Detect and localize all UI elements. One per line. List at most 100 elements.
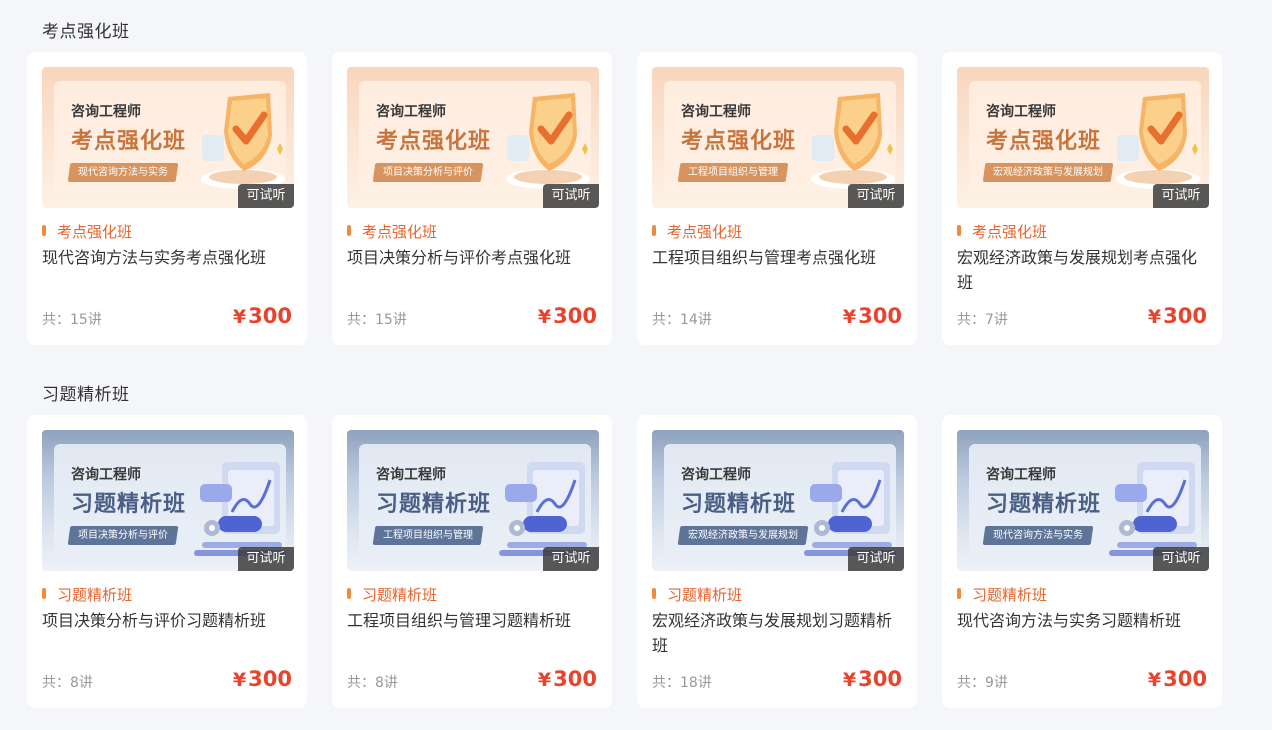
shield-check-icon: [506, 93, 590, 189]
tag-dot-icon: [347, 225, 351, 236]
price-value: 300: [553, 304, 597, 328]
trial-badge[interactable]: 可试听: [543, 184, 599, 208]
banner-subject-label: 现代咨询方法与实务: [78, 167, 168, 178]
tag-dot-icon: [42, 225, 46, 236]
course-banner[interactable]: 咨询工程师 习题精析班 项目决策分析与评价 可试听: [42, 430, 294, 571]
course-tag: 考点强化班: [347, 221, 437, 242]
currency-symbol: ¥: [232, 669, 247, 691]
course-tag: 考点强化班: [652, 221, 742, 242]
course-tag: 考点强化班: [42, 221, 132, 242]
course-title[interactable]: 工程项目组织与管理考点强化班: [652, 245, 904, 270]
section-title-kaodian: 考点强化班: [42, 22, 130, 42]
price-value: 300: [553, 667, 597, 691]
course-banner[interactable]: 咨询工程师 考点强化班 宏观经济政策与发展规划 可试听: [957, 67, 1209, 208]
course-title[interactable]: 宏观经济政策与发展规划习题精析班: [652, 608, 904, 658]
tag-dot-icon: [652, 588, 656, 599]
course-card[interactable]: 咨询工程师 考点强化班 工程项目组织与管理 可试听 考点强化班 工程项目组织与管…: [637, 52, 917, 345]
banner-subtitle: 咨询工程师: [376, 104, 446, 120]
trial-badge[interactable]: 可试听: [848, 547, 904, 571]
course-card[interactable]: 咨询工程师 习题精析班 项目决策分析与评价 可试听 习题精析班 项目决策分析与评…: [27, 415, 307, 708]
tag-dot-icon: [347, 588, 351, 599]
price-value: 300: [248, 304, 292, 328]
banner-subtitle: 咨询工程师: [71, 104, 141, 120]
course-tag-label: 习题精析班: [667, 586, 743, 604]
course-tag-label: 考点强化班: [972, 223, 1048, 241]
course-card[interactable]: 咨询工程师 考点强化班 宏观经济政策与发展规划 可试听 考点强化班 宏观经济政策…: [942, 52, 1222, 345]
currency-symbol: ¥: [842, 669, 857, 691]
tag-dot-icon: [957, 225, 961, 236]
banner-subject-label: 宏观经济政策与发展规划: [688, 530, 798, 541]
banner-subtitle: 咨询工程师: [681, 467, 751, 483]
tag-dot-icon: [652, 225, 656, 236]
currency-symbol: ¥: [537, 669, 552, 691]
course-price: ¥300: [843, 667, 902, 691]
price-value: 300: [858, 304, 902, 328]
course-tag: 习题精析班: [652, 584, 742, 605]
course-card[interactable]: 咨询工程师 考点强化班 现代咨询方法与实务 可试听 考点强化班 现代咨询方法与实…: [27, 52, 307, 345]
banner-illustration: [808, 91, 898, 195]
banner-subject-pill: 工程项目组织与管理: [372, 526, 484, 545]
course-tag: 习题精析班: [347, 584, 437, 605]
course-price: ¥300: [1148, 304, 1207, 328]
course-title[interactable]: 工程项目组织与管理习题精析班: [347, 608, 599, 633]
shield-check-icon: [811, 93, 895, 189]
trial-badge[interactable]: 可试听: [238, 547, 294, 571]
banner-subtitle: 咨询工程师: [986, 467, 1056, 483]
course-card[interactable]: 咨询工程师 习题精析班 工程项目组织与管理 可试听 习题精析班 工程项目组织与管…: [332, 415, 612, 708]
trial-badge[interactable]: 可试听: [848, 184, 904, 208]
banner-subject-pill: 项目决策分析与评价: [67, 526, 179, 545]
trial-badge[interactable]: 可试听: [543, 547, 599, 571]
course-card[interactable]: 咨询工程师 习题精析班 现代咨询方法与实务 可试听 习题精析班 现代咨询方法与实…: [942, 415, 1222, 708]
course-banner[interactable]: 咨询工程师 考点强化班 工程项目组织与管理 可试听: [652, 67, 904, 208]
banner-subject-pill: 宏观经济政策与发展规划: [982, 163, 1114, 182]
banner-subject-label: 工程项目组织与管理: [383, 530, 473, 541]
course-price: ¥300: [538, 304, 597, 328]
course-title[interactable]: 现代咨询方法与实务考点强化班: [42, 245, 294, 270]
lesson-count: 共：8讲: [42, 675, 93, 691]
trial-badge[interactable]: 可试听: [1153, 184, 1209, 208]
course-title[interactable]: 宏观经济政策与发展规划考点强化班: [957, 245, 1209, 295]
banner-subtitle: 咨询工程师: [376, 467, 446, 483]
banner-title: 习题精析班: [681, 492, 797, 517]
price-value: 300: [248, 667, 292, 691]
banner-subject-label: 工程项目组织与管理: [688, 167, 778, 178]
course-banner[interactable]: 咨询工程师 考点强化班 现代咨询方法与实务 可试听: [42, 67, 294, 208]
course-title[interactable]: 现代咨询方法与实务习题精析班: [957, 608, 1209, 633]
currency-symbol: ¥: [1147, 306, 1162, 328]
course-banner[interactable]: 咨询工程师 习题精析班 宏观经济政策与发展规划 可试听: [652, 430, 904, 571]
course-title[interactable]: 项目决策分析与评价考点强化班: [347, 245, 599, 270]
tag-dot-icon: [957, 588, 961, 599]
trial-badge[interactable]: 可试听: [1153, 547, 1209, 571]
course-tag-label: 考点强化班: [57, 223, 133, 241]
banner-subject-pill: 工程项目组织与管理: [677, 163, 789, 182]
trial-badge[interactable]: 可试听: [238, 184, 294, 208]
banner-subtitle: 咨询工程师: [71, 467, 141, 483]
course-tag: 习题精析班: [957, 584, 1047, 605]
course-row-kaodian: 咨询工程师 考点强化班 现代咨询方法与实务 可试听 考点强化班 现代咨询方法与实…: [27, 52, 1222, 345]
banner-subject-label: 宏观经济政策与发展规划: [993, 167, 1103, 178]
course-tag: 习题精析班: [42, 584, 132, 605]
banner-subject-pill: 现代咨询方法与实务: [982, 526, 1094, 545]
banner-illustration: [1113, 91, 1203, 195]
banner-title: 习题精析班: [376, 492, 492, 517]
course-banner[interactable]: 咨询工程师 习题精析班 工程项目组织与管理 可试听: [347, 430, 599, 571]
banner-title: 习题精析班: [986, 492, 1102, 517]
banner-subject-pill: 现代咨询方法与实务: [67, 163, 179, 182]
course-row-xiti: 咨询工程师 习题精析班 项目决策分析与评价 可试听 习题精析班 项目决策分析与评…: [27, 415, 1222, 708]
banner-subject-label: 项目决策分析与评价: [383, 167, 473, 178]
course-card[interactable]: 咨询工程师 习题精析班 宏观经济政策与发展规划 可试听 习题精析班 宏观经济政策…: [637, 415, 917, 708]
banner-illustration: [503, 91, 593, 195]
course-tag-label: 习题精析班: [57, 586, 133, 604]
course-banner[interactable]: 咨询工程师 考点强化班 项目决策分析与评价 可试听: [347, 67, 599, 208]
course-price: ¥300: [1148, 667, 1207, 691]
course-banner[interactable]: 咨询工程师 习题精析班 现代咨询方法与实务 可试听: [957, 430, 1209, 571]
tag-dot-icon: [42, 588, 46, 599]
lesson-count: 共：15讲: [42, 312, 102, 328]
currency-symbol: ¥: [1147, 669, 1162, 691]
banner-subtitle: 咨询工程师: [986, 104, 1056, 120]
course-title[interactable]: 项目决策分析与评价习题精析班: [42, 608, 294, 633]
section-title-xiti: 习题精析班: [42, 385, 130, 405]
banner-subject-label: 现代咨询方法与实务: [993, 530, 1083, 541]
price-value: 300: [858, 667, 902, 691]
course-card[interactable]: 咨询工程师 考点强化班 项目决策分析与评价 可试听 考点强化班 项目决策分析与评…: [332, 52, 612, 345]
